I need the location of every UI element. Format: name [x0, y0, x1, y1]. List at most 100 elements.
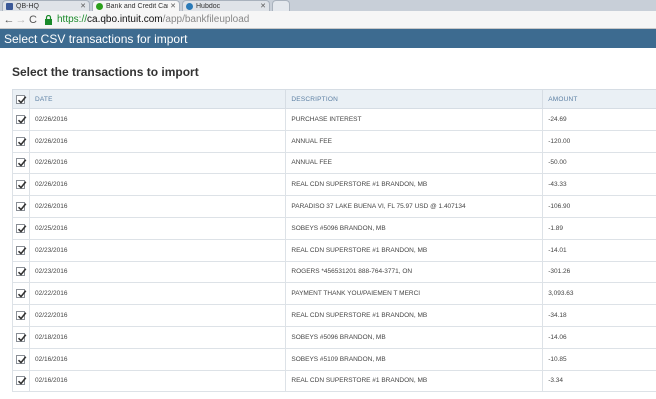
- checkmark-icon: [18, 225, 27, 233]
- amount-cell: -14.06: [542, 325, 656, 349]
- amount-cell: -301.26: [542, 260, 656, 284]
- checkmark-icon: [18, 181, 27, 190]
- browser-tab[interactable]: QB-HQ ✕: [2, 0, 90, 11]
- date-cell: 02/16/2016: [28, 369, 287, 393]
- tab-label: Bank and Credit Cards: [106, 2, 168, 10]
- lock-icon: [45, 14, 52, 25]
- date-cell: 02/26/2016: [28, 129, 287, 153]
- date-cell: 02/26/2016: [28, 195, 287, 218]
- table-row[interactable]: 02/18/2016 SOBEYS #5096 BRANDON, MB -14.06: [12, 325, 656, 349]
- section-title: Select the transactions to import: [12, 65, 199, 79]
- checkmark-icon: [18, 203, 27, 211]
- page-header: Select CSV transactions for import: [0, 29, 656, 48]
- table-row[interactable]: 02/22/2016 REAL CDN SUPERSTORE #1 BRANDON…: [12, 304, 656, 327]
- row-checkbox[interactable]: [16, 180, 27, 190]
- url-host: ca.qbo.intuit.com: [87, 14, 163, 25]
- amount-cell: -1.89: [542, 216, 656, 240]
- row-select-cell: [12, 347, 30, 371]
- date-cell: 02/16/2016: [28, 347, 287, 371]
- amount-cell: 3,093.63: [542, 282, 656, 306]
- checkmark-icon: [18, 334, 27, 342]
- column-header-amount[interactable]: AMOUNT: [542, 89, 656, 109]
- row-checkbox[interactable]: [16, 136, 27, 146]
- checkmark-icon: [18, 137, 27, 146]
- new-tab-button[interactable]: [272, 0, 290, 11]
- row-checkbox[interactable]: [16, 267, 27, 277]
- description-cell: REAL CDN SUPERSTORE #1 BRANDON, MB: [285, 369, 544, 393]
- column-header-description[interactable]: DESCRIPTION: [285, 89, 544, 109]
- table-row[interactable]: 02/22/2016 PAYMENT THANK YOU/PAIEMEN T ME…: [12, 282, 656, 306]
- row-checkbox[interactable]: [16, 158, 27, 168]
- description-cell: SOBEYS #5096 BRANDON, MB: [285, 325, 544, 349]
- date-cell: 02/26/2016: [28, 151, 287, 175]
- date-cell: 02/22/2016: [28, 304, 287, 327]
- amount-cell: -24.69: [542, 108, 656, 131]
- checkmark-icon: [18, 290, 27, 299]
- row-checkbox[interactable]: [16, 289, 27, 299]
- close-tab-icon[interactable]: ✕: [80, 3, 86, 10]
- address-bar: ← → C https://ca.qbo.intuit.com/app/bank…: [0, 11, 656, 29]
- description-cell: PARADISO 37 LAKE BUENA VI, FL 75.97 USD …: [285, 195, 544, 218]
- date-cell: 02/23/2016: [28, 260, 287, 284]
- row-select-cell: [12, 238, 30, 262]
- amount-cell: -50.00: [542, 151, 656, 175]
- row-checkbox[interactable]: [16, 223, 27, 233]
- row-checkbox[interactable]: [16, 332, 27, 342]
- url-path: /app/bankfileupload: [162, 14, 250, 25]
- url-field[interactable]: https://ca.qbo.intuit.com/app/bankfileup…: [44, 14, 249, 25]
- table-header-row: DATE DESCRIPTION AMOUNT: [12, 89, 656, 109]
- checkmark-icon: [18, 377, 27, 386]
- row-select-cell: [12, 173, 30, 197]
- date-cell: 02/26/2016: [28, 108, 287, 131]
- description-cell: ANNUAL FEE: [285, 129, 544, 153]
- close-tab-icon[interactable]: ✕: [260, 3, 266, 10]
- row-select-cell: [12, 260, 30, 284]
- date-cell: 02/22/2016: [28, 282, 287, 306]
- row-select-cell: [12, 282, 30, 306]
- browser-tab-active[interactable]: Bank and Credit Cards ✕: [92, 0, 180, 11]
- table-row[interactable]: 02/23/2016 ROGERS *456531201 888-764-3771…: [12, 260, 656, 284]
- browser-tab-strip: QB-HQ ✕ Bank and Credit Cards ✕ Hubdoc ✕: [0, 0, 656, 11]
- checkmark-icon: [18, 246, 27, 255]
- row-checkbox[interactable]: [16, 202, 27, 212]
- checkmark-icon: [18, 312, 27, 320]
- table-row[interactable]: 02/26/2016 PARADISO 37 LAKE BUENA VI, FL …: [12, 195, 656, 218]
- row-checkbox[interactable]: [16, 376, 27, 386]
- browser-tab[interactable]: Hubdoc ✕: [182, 0, 270, 11]
- checkmark-icon: [18, 95, 27, 104]
- description-cell: REAL CDN SUPERSTORE #1 BRANDON, MB: [285, 238, 544, 262]
- row-checkbox[interactable]: [16, 311, 27, 321]
- table-row[interactable]: 02/26/2016 REAL CDN SUPERSTORE #1 BRANDON…: [12, 173, 656, 197]
- date-cell: 02/18/2016: [28, 325, 287, 349]
- date-cell: 02/26/2016: [28, 173, 287, 197]
- description-cell: REAL CDN SUPERSTORE #1 BRANDON, MB: [285, 173, 544, 197]
- reload-icon[interactable]: C: [27, 13, 39, 27]
- amount-cell: -120.00: [542, 129, 656, 153]
- select-all-checkbox[interactable]: [16, 94, 27, 104]
- table-row[interactable]: 02/16/2016 SOBEYS #5109 BRANDON, MB -10.85: [12, 347, 656, 371]
- table-row[interactable]: 02/26/2016 ANNUAL FEE -50.00: [12, 151, 656, 175]
- table-row[interactable]: 02/26/2016 PURCHASE INTEREST -24.69: [12, 108, 656, 131]
- close-tab-icon[interactable]: ✕: [170, 3, 176, 10]
- table-row[interactable]: 02/26/2016 ANNUAL FEE -120.00: [12, 129, 656, 153]
- row-checkbox[interactable]: [16, 245, 27, 255]
- tab-label: QB-HQ: [16, 2, 39, 10]
- description-cell: ROGERS *456531201 888-764-3771, ON: [285, 260, 544, 284]
- date-cell: 02/25/2016: [28, 216, 287, 240]
- table-row[interactable]: 02/16/2016 REAL CDN SUPERSTORE #1 BRANDON…: [12, 369, 656, 393]
- row-select-cell: [12, 369, 30, 393]
- row-checkbox[interactable]: [16, 114, 27, 124]
- row-select-cell: [12, 129, 30, 153]
- row-select-cell: [12, 304, 30, 327]
- table-row[interactable]: 02/23/2016 REAL CDN SUPERSTORE #1 BRANDON…: [12, 238, 656, 262]
- back-arrow-icon[interactable]: ←: [3, 13, 15, 27]
- forward-arrow-icon[interactable]: →: [15, 13, 27, 27]
- facebook-favicon-icon: [6, 2, 13, 10]
- checkmark-icon: [18, 355, 27, 364]
- date-cell: 02/23/2016: [28, 238, 287, 262]
- table-row[interactable]: 02/25/2016 SOBEYS #5096 BRANDON, MB -1.89: [12, 216, 656, 240]
- row-checkbox[interactable]: [16, 354, 27, 364]
- description-cell: REAL CDN SUPERSTORE #1 BRANDON, MB: [285, 304, 544, 327]
- column-header-date[interactable]: DATE: [28, 89, 287, 109]
- amount-cell: -3.34: [542, 369, 656, 393]
